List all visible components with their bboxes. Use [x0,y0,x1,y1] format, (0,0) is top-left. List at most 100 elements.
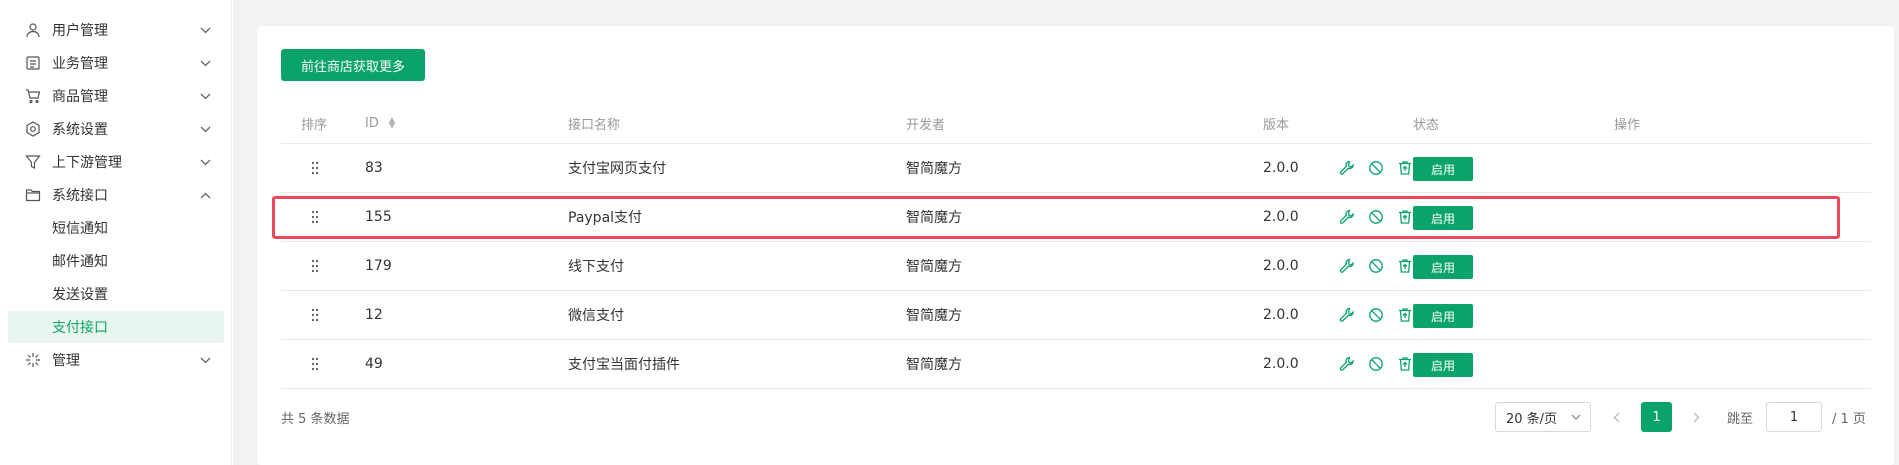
sparkle-icon [24,351,42,369]
cell-name: 支付宝网页支付 [568,161,666,177]
table-row[interactable]: 83 支付宝网页支付 智简魔方 2.0.0 启用 [281,144,1871,193]
disable-button[interactable] [1367,306,1385,324]
configure-button[interactable] [1338,257,1356,275]
delete-icon [1399,259,1411,273]
drag-handle-icon[interactable] [311,144,319,192]
delete-button[interactable] [1396,355,1414,373]
disable-button[interactable] [1367,208,1385,226]
column-header-developer: 开发者 [906,117,946,133]
status-badge[interactable]: 启用 [1413,255,1473,279]
table-row[interactable]: 155 Paypal支付 智简魔方 2.0.0 启用 [281,193,1871,242]
cell-version: 2.0.0 [1263,258,1299,274]
sidebar-item-label: 业务管理 [52,56,108,72]
chevron-down-icon [198,23,212,37]
user-icon [24,21,42,39]
cell-id: 83 [365,160,383,176]
column-header-id[interactable]: ID ▲ ▼ [365,102,395,144]
page-size-value: 20 条/页 [1506,411,1558,427]
configure-button[interactable] [1338,306,1356,324]
cell-developer: 智简魔方 [906,161,962,177]
disable-button[interactable] [1367,257,1385,275]
jump-label: 跳至 [1727,411,1754,427]
chevron-down-icon [198,155,212,169]
cell-version: 2.0.0 [1263,209,1299,225]
wrench-icon [1339,356,1354,371]
drag-handle-icon[interactable] [311,193,319,241]
drag-handle-icon[interactable] [311,340,319,388]
drag-handle-icon[interactable] [311,242,319,290]
disable-icon [1369,259,1383,273]
column-header-id-label: ID [365,115,379,131]
chevron-left-icon [1613,412,1619,422]
wrench-icon [1339,160,1354,175]
sidebar-item-label: 管理 [52,353,80,369]
total-pages: / 1 页 [1832,411,1866,427]
folder-icon [24,186,42,204]
delete-button[interactable] [1396,159,1414,177]
table-row[interactable]: 179 线下支付 智简魔方 2.0.0 启用 [281,242,1871,291]
chevron-down-icon [198,122,212,136]
table-row[interactable]: 12 微信支付 智简魔方 2.0.0 启用 [281,291,1871,340]
disable-icon [1369,210,1383,224]
cell-version: 2.0.0 [1263,160,1299,176]
jump-page-input[interactable] [1766,402,1822,432]
sidebar: 用户管理 业务管理 商品管理 系统设置 上下游管理 系统接口 短信通知 邮件通知… [0,0,232,465]
configure-button[interactable] [1338,208,1356,226]
column-header-version: 版本 [1263,117,1290,133]
cell-developer: 智简魔方 [906,357,962,373]
chevron-right-icon [1693,412,1699,422]
delete-button[interactable] [1396,257,1414,275]
disable-icon [1369,161,1383,175]
cart-icon [24,87,42,105]
status-badge[interactable]: 启用 [1413,304,1473,328]
wrench-icon [1339,307,1354,322]
table-row[interactable]: 49 支付宝当面付插件 智简魔方 2.0.0 启用 [281,340,1871,389]
settings-icon [24,120,42,138]
sidebar-subitem-payment[interactable]: 支付接口 [8,311,224,343]
cell-developer: 智简魔方 [906,210,962,226]
delete-icon [1399,161,1411,175]
cell-id: 155 [365,209,392,225]
delete-button[interactable] [1396,208,1414,226]
sidebar-item-manage[interactable]: 管理 [0,340,232,380]
total-count: 共 5 条数据 [281,412,350,427]
page-1-button[interactable]: 1 [1641,402,1672,432]
go-to-store-button[interactable]: 前往商店获取更多 [281,49,425,81]
status-badge[interactable]: 启用 [1413,157,1473,181]
chevron-down-icon [198,353,212,367]
sidebar-subitem-label: 邮件通知 [52,254,108,270]
page-size-select[interactable]: 20 条/页 [1495,402,1591,432]
drag-handle-icon[interactable] [311,291,319,339]
sidebar-item-label: 商品管理 [52,89,108,105]
cell-id: 49 [365,356,383,372]
cell-id: 179 [365,258,392,274]
filter-icon [24,153,42,171]
delete-button[interactable] [1396,306,1414,324]
sidebar-subitem-label: 短信通知 [52,221,108,237]
delete-icon [1399,210,1411,224]
status-badge[interactable]: 启用 [1413,353,1473,377]
sort-arrows-icon[interactable]: ▲ ▼ [389,116,395,130]
chevron-down-icon [1571,412,1581,422]
next-page-button[interactable] [1684,402,1708,432]
column-header-status: 状态 [1413,117,1440,133]
disable-button[interactable] [1367,355,1385,373]
wrench-icon [1339,209,1354,224]
sidebar-item-label: 用户管理 [52,23,108,39]
cell-version: 2.0.0 [1263,356,1299,372]
cell-version: 2.0.0 [1263,307,1299,323]
sidebar-item-label: 上下游管理 [52,155,122,171]
disable-button[interactable] [1367,159,1385,177]
configure-button[interactable] [1338,355,1356,373]
sidebar-item-label: 系统接口 [52,188,108,204]
configure-button[interactable] [1338,159,1356,177]
wrench-icon [1339,258,1354,273]
sidebar-subitem-send-settings[interactable]: 发送设置 [0,274,232,314]
cell-name: 线下支付 [568,259,624,275]
cell-name: 微信支付 [568,308,624,324]
status-badge[interactable]: 启用 [1413,206,1473,230]
chevron-down-icon [198,56,212,70]
column-header-sort: 排序 [301,117,328,133]
prev-page-button[interactable] [1604,402,1628,432]
cell-id: 12 [365,307,383,323]
